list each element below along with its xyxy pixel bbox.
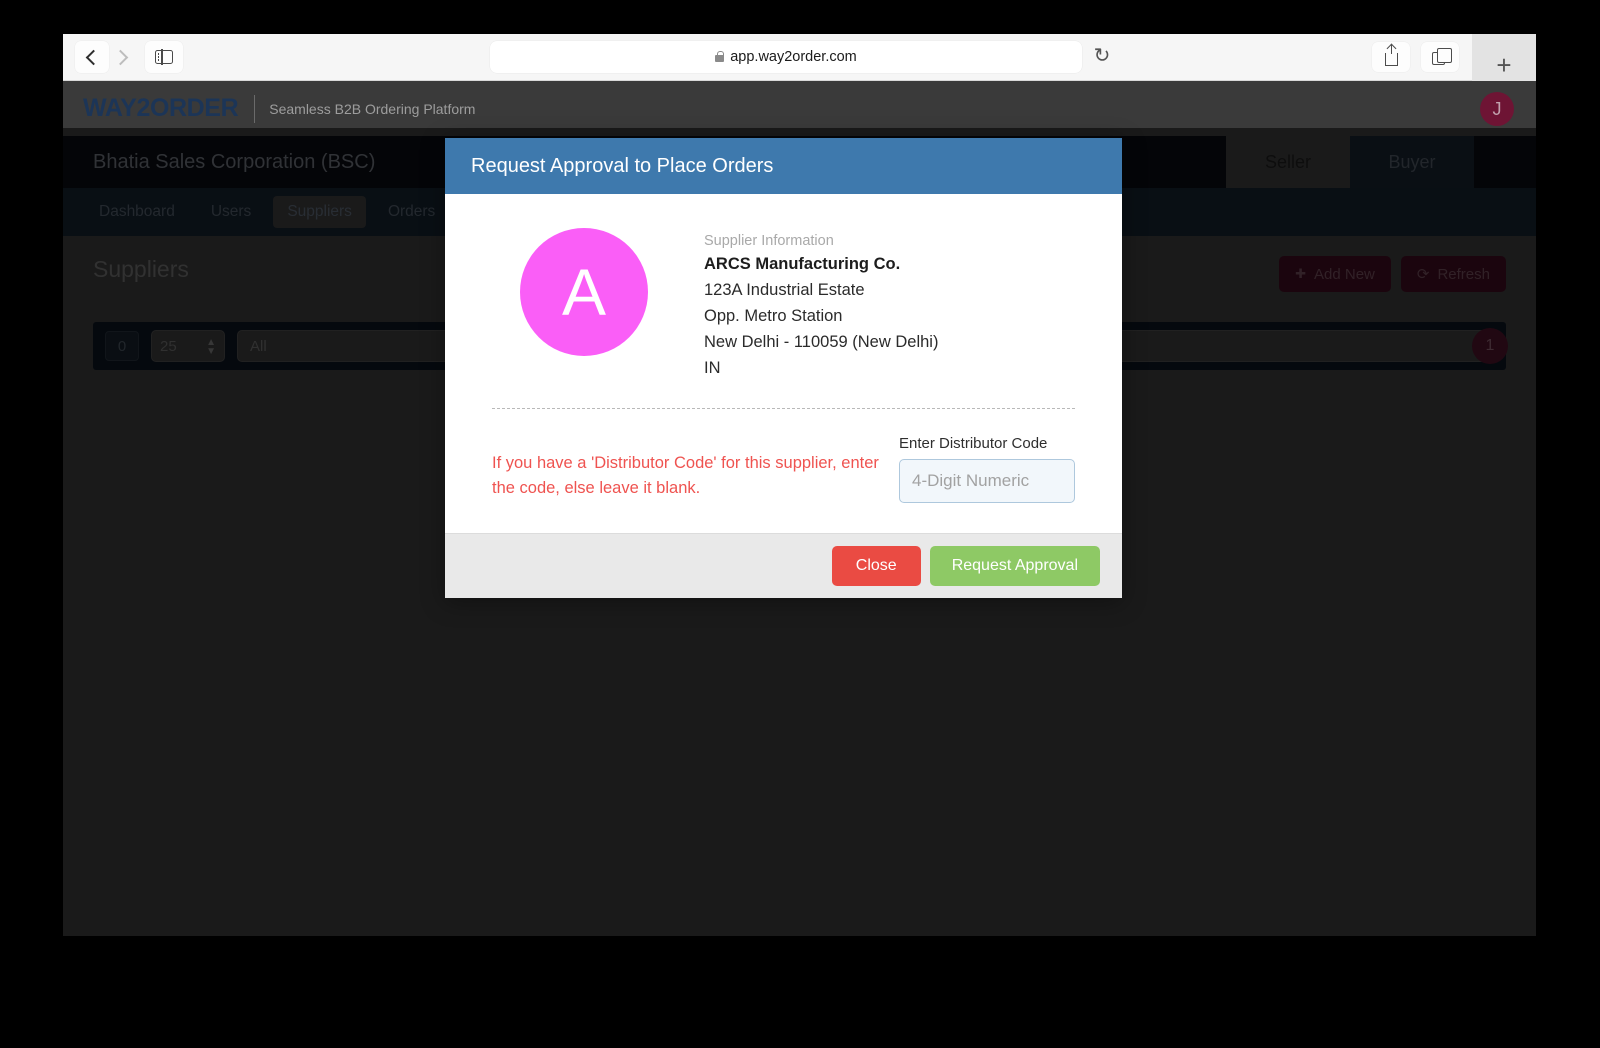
lock-icon: [715, 50, 725, 62]
request-approval-dialog: Request Approval to Place Orders A Suppl…: [445, 138, 1122, 598]
sidebar-toggle-icon: [155, 49, 173, 65]
share-button[interactable]: [1372, 42, 1410, 72]
close-button[interactable]: Close: [831, 546, 921, 586]
chevron-right-icon: [112, 49, 129, 65]
supplier-address-line-4: IN: [704, 359, 721, 377]
supplier-info-label: Supplier Information: [704, 233, 834, 249]
supplier-address-line-2: Opp. Metro Station: [704, 307, 843, 325]
supplier-row: A Supplier Information ARCS Manufacturin…: [471, 228, 1096, 385]
request-approval-button[interactable]: Request Approval: [929, 546, 1100, 586]
distributor-code-input[interactable]: [899, 459, 1075, 503]
brand-divider: [254, 94, 256, 123]
brand-tagline: Seamless B2B Ordering Platform: [269, 100, 476, 117]
supplier-name: ARCS Manufacturing Co.: [704, 255, 901, 273]
distributor-code-label: Enter Distributor Code: [899, 435, 1048, 452]
distributor-code-field-wrap: Enter Distributor Code: [899, 435, 1075, 503]
chevron-left-icon: [85, 49, 102, 65]
tabs-overview-icon: [1431, 47, 1452, 65]
tab-overview-button[interactable]: [1421, 42, 1459, 72]
dialog-header: Request Approval to Place Orders: [445, 138, 1122, 194]
browser-back-button[interactable]: [75, 41, 109, 73]
reload-button[interactable]: ↻: [1090, 45, 1114, 69]
address-bar-url: app.way2order.com: [730, 49, 857, 65]
dialog-footer: Close Request Approval: [445, 533, 1122, 598]
distributor-code-row: If you have a 'Distributor Code' for thi…: [471, 409, 1096, 533]
dialog-body: A Supplier Information ARCS Manufacturin…: [445, 194, 1122, 533]
dialog-title: Request Approval to Place Orders: [471, 154, 774, 177]
browser-toolbar: app.way2order.com ↻ +: [63, 34, 1536, 96]
distributor-code-help-text: If you have a 'Distributor Code' for thi…: [492, 454, 879, 498]
supplier-info: Supplier Information ARCS Manufacturing …: [704, 228, 938, 385]
supplier-avatar: A: [520, 228, 648, 356]
supplier-address-line-1: 123A Industrial Estate: [704, 281, 865, 299]
brand-logo: WAY2ORDER: [83, 94, 239, 122]
share-icon: [1384, 43, 1398, 66]
sidebar-toggle-button[interactable]: [145, 41, 183, 73]
address-bar[interactable]: app.way2order.com: [490, 41, 1082, 73]
browser-window: app.way2order.com ↻ + WAY2ORDER Seamless…: [63, 34, 1536, 936]
browser-forward-button[interactable]: [105, 41, 139, 73]
user-avatar[interactable]: J: [1480, 92, 1514, 126]
supplier-address-line-3: New Delhi - 110059 (New Delhi): [704, 333, 939, 351]
